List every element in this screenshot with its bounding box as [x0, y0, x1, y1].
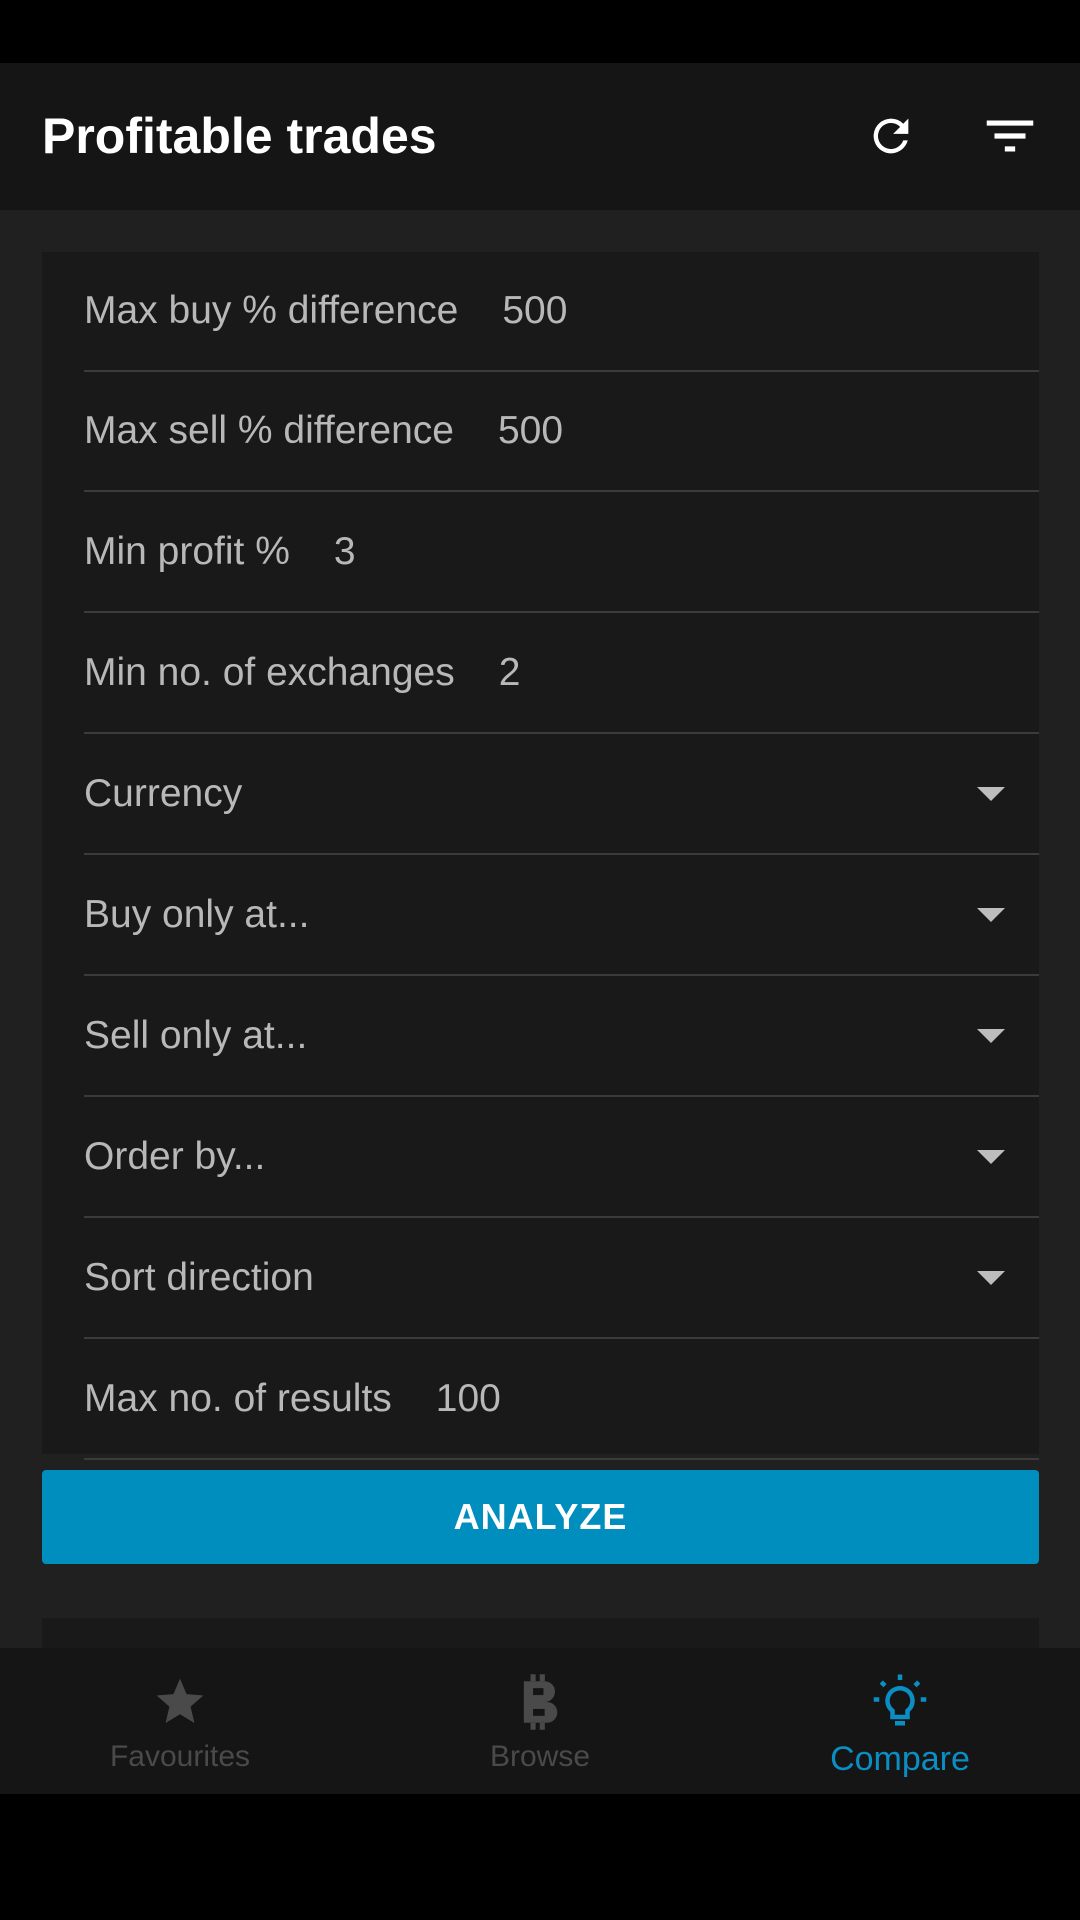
field-label: Max buy % difference [84, 289, 459, 332]
nav-compare[interactable]: Compare [720, 1648, 1080, 1794]
buy-only-at-select[interactable]: Buy only at... [84, 856, 1039, 976]
nav-label: Compare [830, 1740, 970, 1778]
dropdown-arrow-icon [977, 787, 1005, 801]
max-buy-diff-field[interactable]: Max buy % difference 500 [84, 252, 1039, 372]
filter-form-card: Max buy % difference 500 Max sell % diff… [42, 252, 1039, 1460]
select-label: Sell only at... [84, 1014, 308, 1057]
select-label: Buy only at... [84, 893, 310, 936]
order-by-select[interactable]: Order by... [84, 1098, 1039, 1218]
dropdown-arrow-icon [977, 1029, 1005, 1043]
max-results-field[interactable]: Max no. of results 100 [84, 1340, 1039, 1460]
nav-label: Favourites [109, 1740, 251, 1773]
field-value[interactable]: 500 [502, 289, 567, 333]
field-label: Max no. of results [84, 1377, 392, 1420]
analyze-button[interactable]: ANALYZE [42, 1470, 1039, 1564]
min-exchanges-field[interactable]: Min no. of exchanges 2 [84, 614, 1039, 734]
min-profit-field[interactable]: Min profit % 3 [84, 493, 1039, 613]
nav-browse[interactable]: Browse [360, 1648, 720, 1794]
refresh-icon [873, 118, 909, 154]
system-navigation-bar [0, 1794, 1080, 1920]
nav-favourites[interactable]: Favourites [0, 1648, 360, 1794]
filter-button[interactable] [975, 101, 1045, 171]
select-label: Sort direction [84, 1256, 314, 1299]
sort-direction-select[interactable]: Sort direction [84, 1219, 1039, 1339]
currency-select[interactable]: Currency [84, 735, 1039, 855]
field-label: Min no. of exchanges [84, 651, 455, 694]
star-icon [156, 1678, 204, 1723]
status-bar [0, 0, 1080, 63]
results-card [42, 1618, 1039, 1650]
max-sell-diff-field[interactable]: Max sell % difference 500 [84, 372, 1039, 492]
field-value[interactable]: 3 [334, 530, 356, 574]
nav-label: Browse [489, 1740, 591, 1773]
bitcoin-icon [523, 1674, 558, 1730]
field-value[interactable]: 100 [436, 1377, 501, 1421]
page-title: Profitable trades [42, 108, 437, 164]
dropdown-arrow-icon [977, 1271, 1005, 1285]
field-value[interactable]: 2 [499, 651, 521, 695]
app-bar: Profitable trades [0, 63, 1080, 210]
lightbulb-icon [873, 1674, 927, 1726]
select-label: Currency [84, 772, 243, 815]
dropdown-arrow-icon [977, 908, 1005, 922]
content-area: Max buy % difference 500 Max sell % diff… [0, 210, 1080, 1650]
bottom-navigation: Favourites Browse Compare [0, 1648, 1080, 1794]
field-label: Max sell % difference [84, 409, 454, 452]
sell-only-at-select[interactable]: Sell only at... [84, 977, 1039, 1097]
filter-list-icon [986, 120, 1034, 152]
field-label: Min profit % [84, 530, 290, 573]
refresh-button[interactable] [856, 101, 926, 171]
dropdown-arrow-icon [977, 1150, 1005, 1164]
select-label: Order by... [84, 1135, 266, 1178]
field-value[interactable]: 500 [498, 409, 563, 453]
